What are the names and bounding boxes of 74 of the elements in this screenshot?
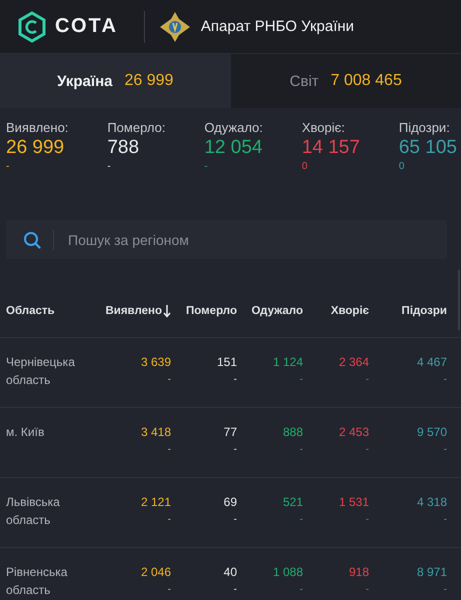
table-cell-text: 2 046 <box>140 564 171 581</box>
change-value: - <box>366 373 369 387</box>
table-cell-text: 918 <box>348 564 369 581</box>
column-header[interactable]: Одужало <box>237 305 303 317</box>
table-cell-text: 2 121 <box>140 494 171 511</box>
table-cell-text: 888 <box>282 424 303 441</box>
stat-label: Одужало: <box>204 120 263 135</box>
stat-label: Померло: <box>107 120 166 135</box>
change-value: - <box>444 583 447 597</box>
region-name: м. Київ <box>6 424 46 441</box>
table-cell-text: 69 <box>224 494 237 511</box>
search-input[interactable]: Пошук за регіоном <box>66 230 447 248</box>
emblem-icon <box>158 10 191 42</box>
column-header[interactable]: Підозри <box>369 305 447 317</box>
stat-label: Підозри: <box>398 120 450 135</box>
change-value: - <box>300 443 303 457</box>
change-value: - <box>234 513 237 527</box>
change-value: - <box>168 373 171 387</box>
region-name: Чернівецька область <box>6 354 76 389</box>
column-header[interactable]: Померло <box>171 305 237 317</box>
change-value: - <box>168 513 171 527</box>
change-value: - <box>168 443 171 457</box>
change-value: - <box>444 373 447 387</box>
table-cell-text: 2 453 <box>338 424 369 441</box>
table-cell-text: 1 124 <box>272 354 303 371</box>
change-value: - <box>444 443 447 457</box>
column-header[interactable]: Хворіє <box>303 305 369 317</box>
table-cell-text: 521 <box>282 494 303 511</box>
stat-label: Хворіє: <box>302 120 345 135</box>
region-name: Львівська область <box>6 494 61 529</box>
table-cell-text: 3 418 <box>140 424 171 441</box>
change-value: - <box>168 583 171 597</box>
column-header[interactable]: Область <box>6 305 99 317</box>
change-value: - <box>300 513 303 527</box>
change-value: - <box>366 513 369 527</box>
stat-value: 14 157 <box>302 137 360 159</box>
stat-change: 0 <box>302 161 308 172</box>
stat-label: Виявлено: <box>6 120 68 135</box>
organization-name: Апарат РНБО України <box>200 18 354 35</box>
stat-value: 26 999 <box>6 137 64 159</box>
stat-value: 788 <box>107 137 140 159</box>
table-cell-text: 151 <box>216 354 237 371</box>
change-value: - <box>300 373 303 387</box>
stat-value: 12 054 <box>204 137 262 159</box>
change-value: - <box>366 583 369 597</box>
change-value: - <box>366 443 369 457</box>
change-value: - <box>234 443 237 457</box>
region-name: Рівненська область <box>6 564 68 599</box>
search-icon <box>23 230 41 248</box>
hexagon-logo-icon <box>17 10 47 42</box>
stat-change: - <box>204 161 208 172</box>
change-value: - <box>234 373 237 387</box>
table-cell-text: 3 639 <box>140 354 171 371</box>
table-cell-text: 8 971 <box>416 564 447 581</box>
table-cell-text: 1 531 <box>338 494 369 511</box>
table-cell-text: 4 318 <box>416 494 447 511</box>
change-value: - <box>300 583 303 597</box>
table-cell-text: 4 467 <box>416 354 447 371</box>
stat-value: 65 105 <box>398 137 457 159</box>
stat-change: - <box>6 161 10 172</box>
change-value: - <box>234 583 237 597</box>
change-value: - <box>444 513 447 527</box>
logo-text: СОТА <box>55 15 118 38</box>
region-tab[interactable]: Світ 7 008 465 <box>230 54 461 108</box>
table-cell-text: 1 088 <box>272 564 303 581</box>
table-cell-text: 77 <box>224 424 237 441</box>
stat-change: 0 <box>398 161 404 172</box>
table-cell-text: 2 364 <box>338 354 369 371</box>
column-header[interactable]: Виявлено <box>99 304 171 318</box>
table-cell-text: 40 <box>224 564 237 581</box>
search-field[interactable]: Пошук за регіоном <box>6 220 447 259</box>
table-cell-text: 9 570 <box>416 424 447 441</box>
stat-change: - <box>107 161 111 172</box>
region-tab[interactable]: Україна 26 999 <box>0 54 230 108</box>
